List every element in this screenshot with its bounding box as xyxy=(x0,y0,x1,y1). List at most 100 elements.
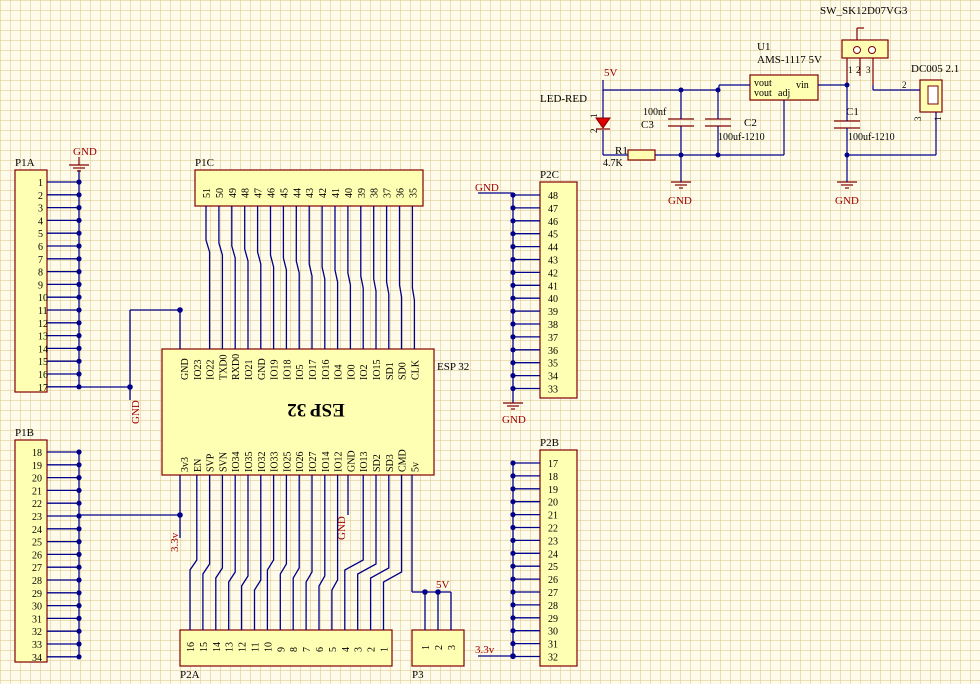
p1b-pin-label: 20 xyxy=(32,474,42,485)
p2b-pin-label: 24 xyxy=(548,549,558,560)
svg-text:5V: 5V xyxy=(604,67,618,79)
p2c-pin-label: 46 xyxy=(548,217,558,228)
p1a-pin-label: 6 xyxy=(38,242,43,253)
gnd-label-esp-bottom: GND xyxy=(336,516,348,540)
esp32-top-pin-label: IO0 xyxy=(346,364,357,380)
svg-text:100uf-1210: 100uf-1210 xyxy=(848,132,895,143)
svg-text:1: 1 xyxy=(589,114,599,119)
p1a-pin-label: 11 xyxy=(38,306,48,317)
connector-p1a[interactable]: P1A 1234567891011121314151617 xyxy=(14,157,82,394)
p2c-pin-label: 33 xyxy=(548,385,558,396)
p2b-pin-label: 21 xyxy=(548,511,558,522)
v5-label-p3: 5V xyxy=(436,579,450,591)
p2c-pin-label: 42 xyxy=(548,268,558,279)
esp32-bottom-pin-label: IO35 xyxy=(244,451,255,472)
p2b-pin-label: 27 xyxy=(548,588,558,599)
esp32-bottom-pin-label: 5v xyxy=(410,462,421,472)
p2a-pin-label: 8 xyxy=(289,647,300,652)
p2a-pin-label: 1 xyxy=(380,647,391,652)
p2a-pin-label: 6 xyxy=(315,647,326,652)
p2b-pin-label: 30 xyxy=(548,627,558,638)
p1a-pin-label: 1 xyxy=(38,178,43,189)
svg-text:vin: vin xyxy=(796,80,809,91)
esp32-top-pin-label: IO18 xyxy=(282,359,293,380)
svg-text:3: 3 xyxy=(866,65,871,75)
p2b-pin-label: 25 xyxy=(548,562,558,573)
p1b-pin-label: 30 xyxy=(32,602,42,613)
svg-text:1: 1 xyxy=(848,65,853,75)
p2b-pin-label: 28 xyxy=(548,601,558,612)
p1c-pin-label: 45 xyxy=(279,188,290,198)
p1b-pin-label: 19 xyxy=(32,461,42,472)
switch-body xyxy=(841,39,889,59)
p1a-pin-label: 4 xyxy=(38,216,43,227)
gnd-label-p2c-bottom: GND xyxy=(502,414,526,426)
esp32-top-pin-label: IO22 xyxy=(206,359,217,380)
p1b-pin-label: 32 xyxy=(32,627,42,638)
regulator-designator: U1 xyxy=(757,41,770,53)
p1c-pin-label: 51 xyxy=(202,188,213,198)
p1c-pin-label: 39 xyxy=(357,188,368,198)
p1a-pin-label: 17 xyxy=(38,383,48,394)
svg-text:C1: C1 xyxy=(846,106,859,118)
r1-body xyxy=(627,149,656,161)
svg-text:GND: GND xyxy=(668,195,692,207)
p2a-pin-label: 7 xyxy=(302,647,313,652)
p1c-pin-label: 37 xyxy=(383,188,394,198)
p1b-pin-label: 23 xyxy=(32,512,42,523)
p2a-pin-label: 2 xyxy=(367,647,378,652)
p1b-pin-label: 25 xyxy=(32,538,42,549)
p1c-pin-label: 49 xyxy=(228,188,239,198)
esp32-bottom-pin-label: IO27 xyxy=(308,451,319,472)
connector-p3[interactable]: P3 123 xyxy=(411,629,465,681)
svg-text:GND: GND xyxy=(835,195,859,207)
esp32-top-pin-label: GND xyxy=(180,358,191,380)
p1c-pin-label: 50 xyxy=(215,188,226,198)
connector-p2c[interactable]: P2C 48 47 46 45 44 4342 41 40 39 38 37 36 35 34 33 xyxy=(510,169,578,399)
esp32-top-pin-label: IO21 xyxy=(244,359,255,380)
svg-text:1: 1 xyxy=(933,117,943,122)
esp32-bottom-pin-label: SD3 xyxy=(385,454,396,472)
connector-p1c[interactable]: P1C 51 50 49 48 47 46 45 44 43 42 41 40 39 38 37 36 35 xyxy=(194,157,424,207)
connector-p2a[interactable]: P2A 16 15 14 13 12 11 10 9 8 7 6 5 4 3 2 1 xyxy=(179,629,393,681)
svg-text:2: 2 xyxy=(902,80,907,90)
esp32-top-pin-label: RXD0 xyxy=(231,354,242,380)
esp32-bottom-pin-label: SVP xyxy=(206,453,217,472)
p2c-pin-label: 34 xyxy=(548,372,558,383)
esp32-module[interactable]: ESP 32 ESP 32 GND IO23 IO22 TXD0 RXD0 IO21 GND… xyxy=(161,348,469,476)
p1c-pin-label: 43 xyxy=(305,188,316,198)
p2c-pin-label: 35 xyxy=(548,359,558,370)
p2a-pin-label: 16 xyxy=(186,642,197,652)
svg-text:vout: vout xyxy=(754,88,772,99)
svg-text:100uf-1210: 100uf-1210 xyxy=(718,132,765,143)
p2a-pin-label: 14 xyxy=(212,642,223,652)
esp32-top-pin-label: IO2 xyxy=(359,364,370,380)
p2c-pin-label: 43 xyxy=(548,256,558,267)
p3-pin-label: 1 xyxy=(421,645,432,650)
p1c-pin-label: 44 xyxy=(292,188,303,198)
esp32-top-pin-label: IO15 xyxy=(372,359,383,380)
svg-text:3: 3 xyxy=(913,116,923,121)
esp32-bottom-pin-label: EN xyxy=(193,459,204,472)
esp32-top-pin-label: CLK xyxy=(410,359,421,380)
p2c-pin-label: 39 xyxy=(548,307,558,318)
connector-p2b[interactable]: P2B 17 18 19 20 21 2223 24 25 26 27 28 29 30 31 32 xyxy=(510,437,578,667)
connector-p1b[interactable]: P1B 18 19 2021 22 23 24 2526 27 28 29 3031 32 33 34 xyxy=(14,427,82,664)
esp32-top-pin-label: GND xyxy=(257,358,268,380)
v33-label-esp: 3.3v xyxy=(169,532,181,552)
power-section: SW_SK12D07VG3 1 2 3 U1 AMS-1117 5V vout … xyxy=(540,5,959,207)
p1a-pin-label: 2 xyxy=(38,191,43,202)
p1c-pin-label: 46 xyxy=(267,188,278,198)
esp32-top-pin-label: TXD0 xyxy=(218,354,229,380)
p1a-label: P1A xyxy=(15,157,35,169)
esp32-top-pin-label: IO19 xyxy=(270,359,281,380)
esp32-bottom-pin-label: IO32 xyxy=(257,451,268,472)
p1b-pin-label: 28 xyxy=(32,576,42,587)
svg-text:100nf: 100nf xyxy=(643,107,667,118)
p2a-pin-label: 5 xyxy=(328,647,339,652)
p1b-pin-label: 34 xyxy=(32,653,42,664)
p2a-pin-label: 13 xyxy=(225,642,236,652)
gnd-label-p2c-top: GND xyxy=(475,182,499,194)
p2a-pin-label: 4 xyxy=(341,647,352,652)
esp32-top-pin-label: SD1 xyxy=(385,362,396,380)
